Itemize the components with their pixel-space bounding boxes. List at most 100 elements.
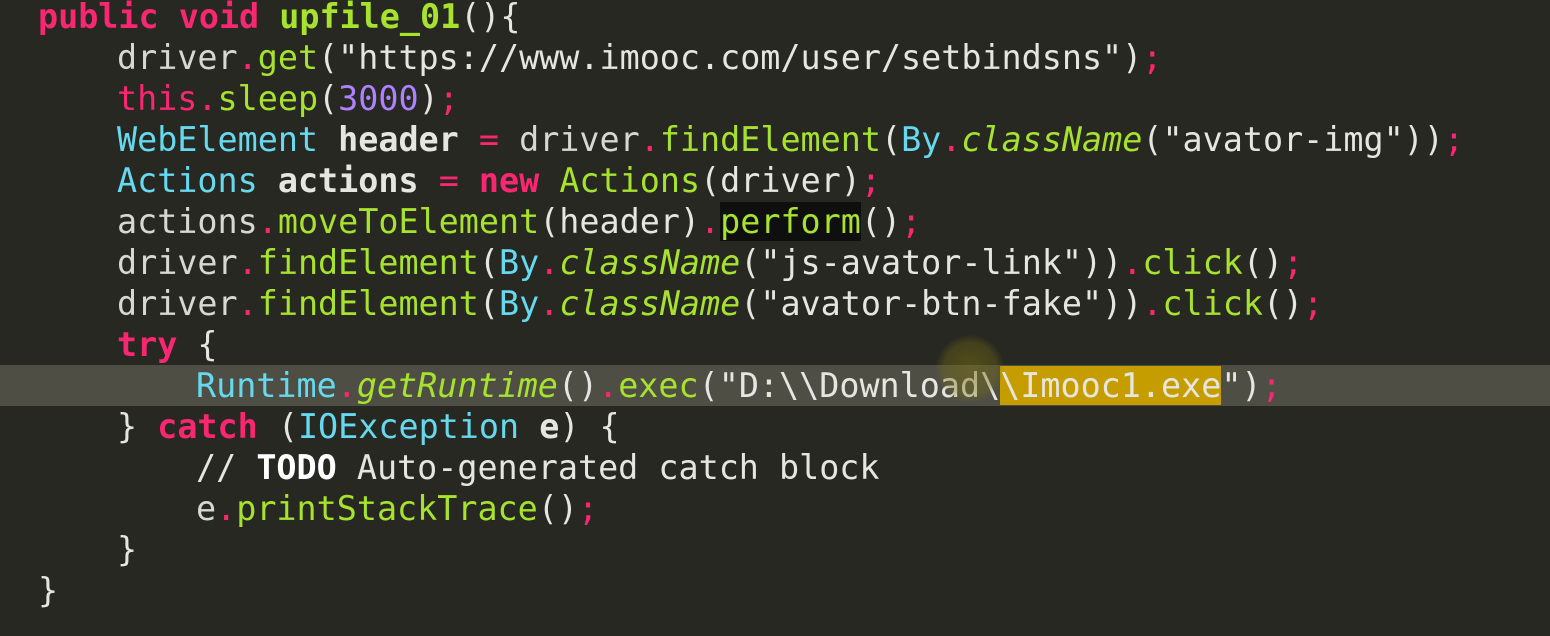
- code-token: .: [598, 366, 619, 405]
- code-line[interactable]: public void upfile_01(){: [0, 0, 1550, 37]
- code-token: this: [117, 79, 198, 118]
- code-token: .: [539, 243, 560, 282]
- code-line[interactable]: Actions actions = new Actions(driver);: [0, 160, 1550, 201]
- code-line[interactable]: e.printStackTrace();: [0, 488, 1550, 529]
- code-token: .: [197, 79, 218, 118]
- code-token: ;: [860, 161, 881, 200]
- code-token: Auto-generated catch block: [336, 448, 880, 487]
- code-token: exec: [618, 366, 699, 405]
- code-token: (){: [460, 0, 521, 36]
- code-token: ;: [1303, 284, 1324, 323]
- code-token: By: [498, 284, 540, 323]
- code-token: .: [237, 284, 258, 323]
- code-token: (: [318, 79, 339, 118]
- code-line[interactable]: }: [0, 570, 1550, 611]
- code-line[interactable]: driver.get("https://www.imooc.com/user/s…: [0, 37, 1550, 78]
- code-token: ("avator-img")): [1142, 120, 1444, 159]
- code-token: .: [237, 243, 258, 282]
- code-token: ;: [901, 202, 922, 241]
- code-token: className: [961, 120, 1143, 159]
- code-token: WebElement: [117, 120, 319, 159]
- code-token: actions: [117, 202, 258, 241]
- code-token: driver: [117, 38, 238, 77]
- code-token: }: [117, 407, 158, 446]
- code-token: "): [1221, 366, 1262, 405]
- code-token: Runtime: [196, 366, 337, 405]
- code-token: className: [559, 243, 741, 282]
- code-line[interactable]: driver.findElement(By.className("js-avat…: [0, 242, 1550, 283]
- code-token: header: [338, 120, 459, 159]
- code-token: {: [177, 325, 218, 364]
- code-token: click: [1162, 284, 1263, 323]
- highlighted-token: perform: [720, 202, 861, 241]
- code-token: ;: [1283, 243, 1304, 282]
- code-token: .: [539, 284, 560, 323]
- code-token: .: [237, 38, 258, 77]
- code-token: Actions: [559, 161, 701, 200]
- code-token: .: [216, 489, 237, 528]
- code-token: ;: [438, 79, 459, 118]
- code-token: ("https://www.imooc.com/user/setbindsns"…: [318, 38, 1143, 77]
- code-line[interactable]: }: [0, 529, 1550, 570]
- code-token: ;: [577, 489, 599, 528]
- code-token: ("D:\\Download\: [698, 366, 1001, 405]
- code-token: =: [478, 120, 499, 159]
- code-line[interactable]: driver.findElement(By.className("avator-…: [0, 283, 1550, 324]
- code-token: .: [1122, 243, 1143, 282]
- code-token: ;: [1261, 366, 1282, 405]
- code-token: By: [901, 120, 942, 159]
- code-token: //: [196, 448, 257, 487]
- code-token: (): [557, 366, 599, 405]
- code-token: (: [257, 407, 298, 446]
- code-token: driver: [519, 120, 640, 159]
- code-token: .: [941, 120, 962, 159]
- code-token: catch: [157, 407, 258, 446]
- code-token: .: [257, 202, 278, 241]
- code-token: }: [117, 530, 138, 569]
- code-line-current[interactable]: Runtime.getRuntime().exec("D:\\Download\…: [0, 365, 1550, 406]
- code-token: (: [478, 284, 499, 323]
- code-token: (): [1262, 284, 1304, 323]
- code-token: sleep: [217, 79, 319, 118]
- code-token: ("avator-btn-fake")): [740, 284, 1143, 323]
- code-token: public: [38, 0, 159, 36]
- code-token: Actions: [117, 161, 258, 200]
- code-token: moveToElement: [277, 202, 540, 241]
- code-token: ) {: [559, 407, 620, 446]
- code-line[interactable]: // TODO Auto-generated catch block: [0, 447, 1550, 488]
- code-token: ;: [1443, 120, 1464, 159]
- code-token: ): [418, 79, 439, 118]
- code-line[interactable]: } catch (IOException e) {: [0, 406, 1550, 447]
- code-token: upfile_01: [279, 0, 461, 36]
- code-token: By: [498, 243, 540, 282]
- code-token: ("js-avator-link")): [740, 243, 1123, 282]
- code-token: (: [880, 120, 902, 159]
- code-token: (header): [539, 202, 701, 241]
- code-token: className: [559, 284, 741, 323]
- code-token: TODO: [256, 448, 337, 487]
- code-line[interactable]: this.sleep(3000);: [0, 78, 1550, 119]
- code-token: IOException: [297, 407, 520, 446]
- code-token: e: [539, 407, 560, 446]
- code-token: findElement: [257, 284, 479, 323]
- code-token: e: [196, 489, 217, 528]
- code-editor[interactable]: public void upfile_01(){driver.get("http…: [0, 0, 1550, 636]
- code-token: }: [38, 571, 59, 610]
- code-token: driver: [117, 243, 238, 282]
- code-token: =: [438, 161, 459, 200]
- code-token: new: [478, 161, 540, 200]
- code-line[interactable]: try {: [0, 324, 1550, 365]
- code-line[interactable]: actions.moveToElement(header).perform();: [0, 201, 1550, 242]
- code-token: driver: [117, 284, 238, 323]
- code-token: (): [860, 202, 902, 241]
- code-line[interactable]: WebElement header = driver.findElement(B…: [0, 119, 1550, 160]
